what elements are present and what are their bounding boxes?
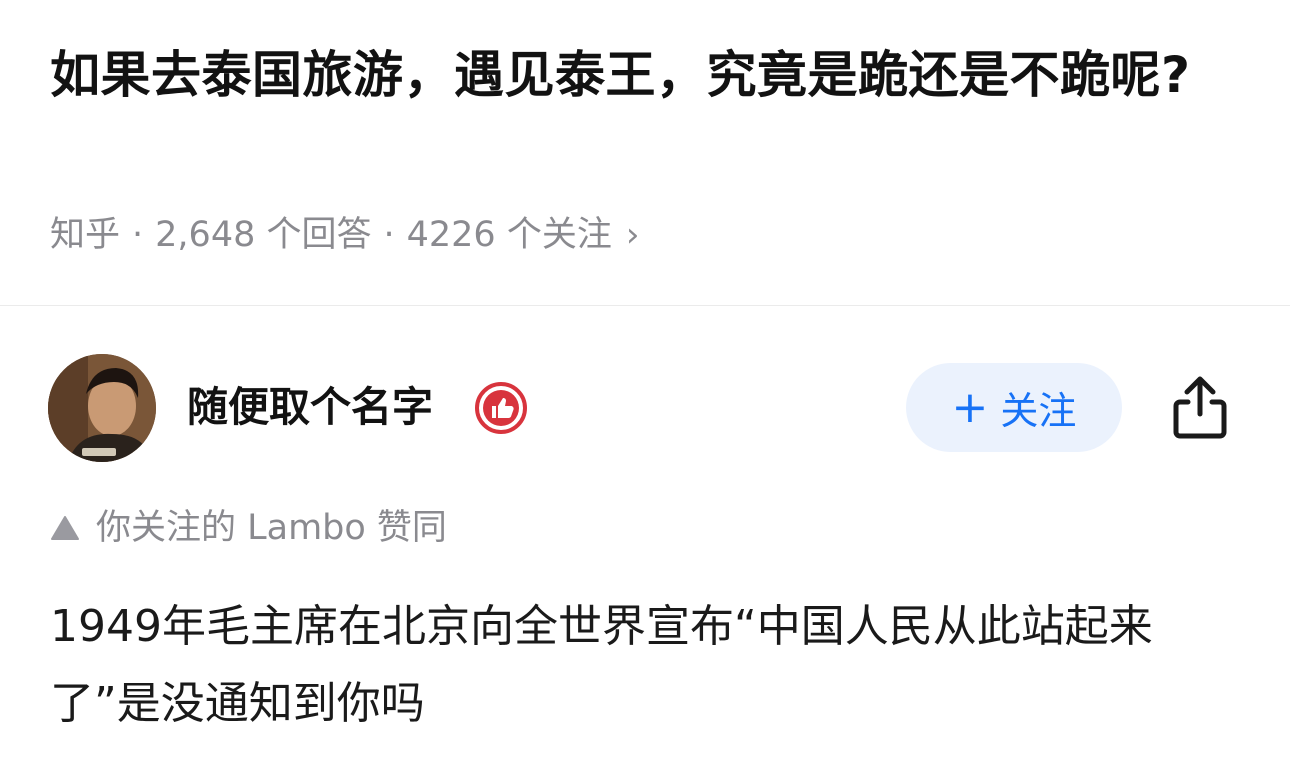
meta-separator: ·	[383, 215, 395, 255]
upvote-note: 你关注的 Lambo 赞同	[50, 505, 447, 551]
chevron-right-icon: ›	[625, 215, 640, 255]
plus-icon: +	[951, 381, 989, 433]
source-label: 知乎	[50, 215, 121, 255]
answer-body[interactable]: 1949年毛主席在北京向全世界宣布“中国人民从此站起来了”是没通知到你吗	[50, 588, 1250, 742]
upvote-triangle-icon	[51, 516, 79, 540]
avatar-image	[48, 354, 156, 462]
author-row: 随便取个名字 + 关注	[0, 352, 1290, 464]
answer-count: 2,648 个回答	[155, 215, 372, 255]
follow-label: 关注	[1000, 389, 1077, 433]
share-icon[interactable]	[1168, 374, 1232, 440]
question-meta[interactable]: 知乎 · 2,648 个回答 · 4226 个关注 ›	[50, 212, 639, 258]
thumbs-up-badge-icon	[475, 382, 527, 434]
meta-separator: ·	[132, 215, 144, 255]
upvote-note-text: 你关注的 Lambo 赞同	[96, 508, 447, 548]
question-title[interactable]: 如果去泰国旅游，遇见泰王，究竟是跪还是不跪呢?	[50, 36, 1240, 115]
question-header: 如果去泰国旅游，遇见泰王，究竟是跪还是不跪呢? 知乎 · 2,648 个回答 ·…	[0, 0, 1290, 305]
follow-button[interactable]: + 关注	[906, 363, 1122, 452]
section-divider	[0, 305, 1290, 306]
avatar[interactable]	[48, 354, 156, 462]
author-name[interactable]: 随便取个名字	[187, 380, 433, 434]
follower-count: 4226 个关注	[406, 215, 612, 255]
